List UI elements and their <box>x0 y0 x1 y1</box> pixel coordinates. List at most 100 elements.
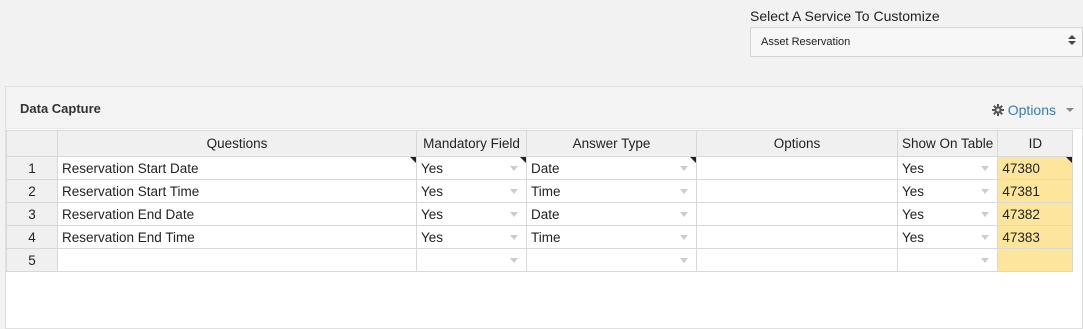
dropdown-arrow-icon[interactable] <box>981 212 990 217</box>
mandatory-cell[interactable]: Yes <box>416 179 527 203</box>
table-row: 1 Reservation Start Date Yes Date Yes 47… <box>6 156 1074 180</box>
answer-type-value: Time <box>531 229 561 245</box>
options-cell[interactable] <box>696 179 898 203</box>
comment-triangle-icon <box>690 157 696 163</box>
data-capture-panel: Data Capture Options Questions Mandatory… <box>5 86 1083 329</box>
comment-triangle-icon <box>410 157 416 163</box>
data-capture-grid: Questions Mandatory Field Answer Type Op… <box>6 130 1074 272</box>
dropdown-arrow-icon[interactable] <box>680 166 688 171</box>
options-cell[interactable] <box>696 248 898 272</box>
id-value: 47381 <box>1002 183 1040 199</box>
dropdown-arrow-icon[interactable] <box>680 189 688 194</box>
table-row: 5 <box>6 248 1074 272</box>
question-cell[interactable]: Reservation Start Date <box>57 156 417 180</box>
id-cell[interactable]: 47380 <box>997 156 1074 180</box>
row-number: 3 <box>6 202 58 226</box>
dropdown-arrow-icon[interactable] <box>510 189 518 194</box>
col-header-id[interactable]: ID <box>997 130 1074 157</box>
answer-type-cell[interactable]: Time <box>526 225 697 249</box>
dropdown-arrow-icon[interactable] <box>680 258 688 263</box>
options-menu-label: Options <box>1007 102 1056 118</box>
question-cell[interactable]: Reservation End Time <box>57 225 417 249</box>
panel-title: Data Capture <box>20 101 101 116</box>
id-cell[interactable] <box>997 248 1074 272</box>
service-select[interactable]: Asset Reservation <box>750 27 1083 57</box>
show-on-table-cell[interactable]: Yes <box>896 202 999 226</box>
show-on-table-value: Yes <box>902 183 925 199</box>
show-on-table-value: Yes <box>902 229 925 245</box>
dropdown-arrow-icon[interactable] <box>981 189 990 194</box>
id-cell[interactable]: 47382 <box>997 202 1074 226</box>
table-row: 2 Reservation Start Time Yes Time Yes 47… <box>6 179 1074 203</box>
row-number: 1 <box>6 156 58 180</box>
comment-triangle-icon <box>1066 157 1072 163</box>
answer-type-value: Date <box>531 160 560 176</box>
dropdown-arrow-icon[interactable] <box>680 235 688 240</box>
id-value: 47383 <box>1002 229 1040 245</box>
show-on-table-cell[interactable]: Yes <box>896 156 999 180</box>
dropdown-arrow-icon[interactable] <box>981 235 990 240</box>
answer-type-cell[interactable] <box>526 248 697 272</box>
id-value: 47380 <box>1002 160 1040 176</box>
gear-icon <box>991 104 1004 116</box>
row-number: 4 <box>6 225 58 249</box>
mandatory-cell[interactable] <box>416 248 527 272</box>
comment-triangle-icon <box>520 157 526 163</box>
question-cell[interactable]: Reservation Start Time <box>57 179 417 203</box>
options-cell[interactable] <box>696 225 898 249</box>
col-header-answer-type[interactable]: Answer Type <box>526 130 697 157</box>
question-cell[interactable]: Reservation End Date <box>57 202 417 226</box>
options-cell[interactable] <box>696 202 898 226</box>
mandatory-value: Yes <box>421 229 444 245</box>
options-cell[interactable] <box>696 156 898 180</box>
answer-type-cell[interactable]: Time <box>526 179 697 203</box>
question-cell[interactable] <box>57 248 417 272</box>
show-on-table-value: Yes <box>902 206 925 222</box>
show-on-table-value: Yes <box>902 160 925 176</box>
row-number: 2 <box>6 179 58 203</box>
mandatory-cell[interactable]: Yes <box>416 156 527 180</box>
table-row: 4 Reservation End Time Yes Time Yes 4738… <box>6 225 1074 249</box>
row-number: 5 <box>6 248 58 272</box>
dropdown-arrow-icon[interactable] <box>510 235 518 240</box>
answer-type-cell[interactable]: Date <box>526 156 697 180</box>
dropdown-arrow-icon[interactable] <box>510 166 518 171</box>
mandatory-value: Yes <box>421 183 444 199</box>
answer-type-value: Time <box>531 183 561 199</box>
col-header-show-on-table[interactable]: Show On Table <box>896 130 999 157</box>
chevron-down-icon <box>1066 108 1074 112</box>
id-cell[interactable]: 47383 <box>997 225 1074 249</box>
mandatory-cell[interactable]: Yes <box>416 225 527 249</box>
question-text: Reservation Start Time <box>62 183 200 199</box>
col-header-mandatory-field[interactable]: Mandatory Field <box>416 130 527 157</box>
col-header-questions[interactable]: Questions <box>57 130 417 157</box>
dropdown-arrow-icon[interactable] <box>510 258 518 263</box>
show-on-table-cell[interactable]: Yes <box>896 225 999 249</box>
id-cell[interactable]: 47381 <box>997 179 1074 203</box>
show-on-table-cell[interactable]: Yes <box>896 179 999 203</box>
show-on-table-cell[interactable] <box>896 248 999 272</box>
corner-header <box>6 130 58 157</box>
dropdown-arrow-icon[interactable] <box>981 258 990 263</box>
dropdown-arrow-icon[interactable] <box>981 166 990 171</box>
service-select-value: Asset Reservation <box>761 36 851 48</box>
options-menu-button[interactable]: Options <box>991 102 1074 118</box>
answer-type-cell[interactable]: Date <box>526 202 697 226</box>
id-value: 47382 <box>1002 206 1040 222</box>
question-text: Reservation Start Date <box>62 160 199 176</box>
mandatory-value: Yes <box>421 206 444 222</box>
up-down-arrows-icon <box>1068 33 1076 51</box>
grid-header-row: Questions Mandatory Field Answer Type Op… <box>6 130 1074 157</box>
table-row: 3 Reservation End Date Yes Date Yes 4738… <box>6 202 1074 226</box>
answer-type-value: Date <box>531 206 560 222</box>
col-header-options[interactable]: Options <box>696 130 898 157</box>
question-text: Reservation End Date <box>62 206 195 222</box>
dropdown-arrow-icon[interactable] <box>510 212 518 217</box>
question-text: Reservation End Time <box>62 229 195 245</box>
mandatory-cell[interactable]: Yes <box>416 202 527 226</box>
mandatory-value: Yes <box>421 160 444 176</box>
service-selector: Select A Service To Customize Asset Rese… <box>750 8 1083 57</box>
dropdown-arrow-icon[interactable] <box>680 212 688 217</box>
panel-header: Data Capture Options <box>6 87 1082 129</box>
service-select-label: Select A Service To Customize <box>750 8 940 24</box>
